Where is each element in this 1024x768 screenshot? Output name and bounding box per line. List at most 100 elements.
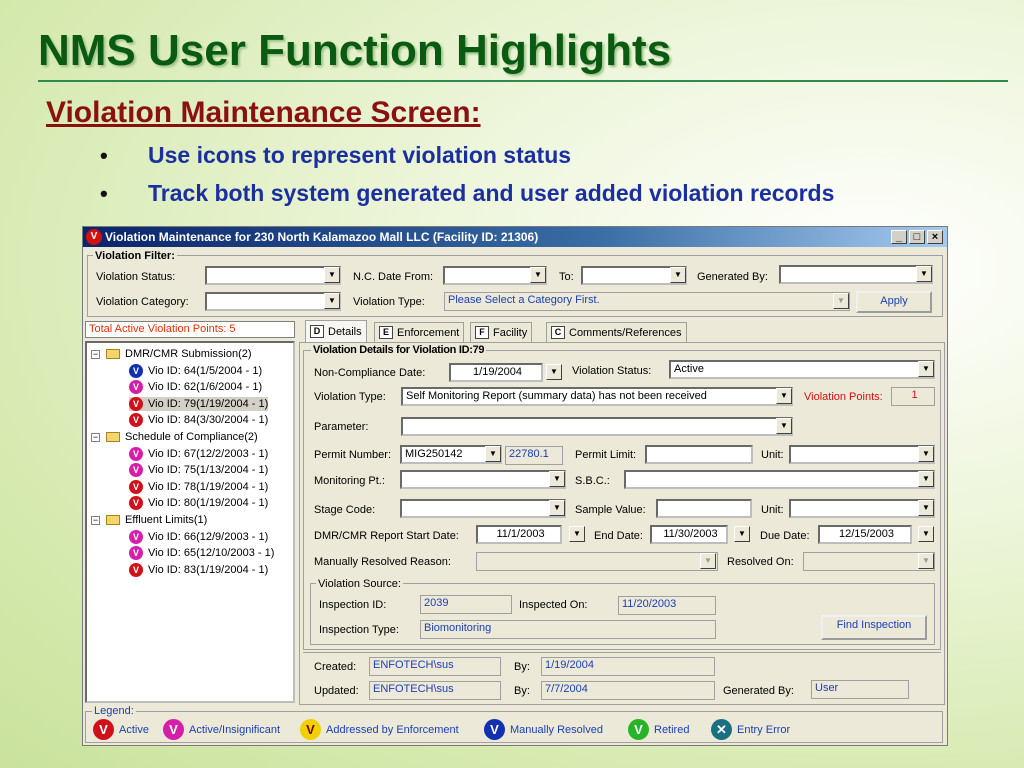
stage-code-label: Stage Code:	[314, 504, 376, 516]
tab-comments[interactable]: C Comments/References	[546, 322, 687, 342]
stage-code-select[interactable]	[400, 499, 566, 518]
due-date-field[interactable]: 12/15/2003	[818, 525, 912, 544]
tree-item[interactable]: V Vio ID: 79(1/19/2004 - 1)	[129, 396, 269, 411]
chevron-down-icon[interactable]: ▼	[918, 471, 934, 487]
chevron-down-icon[interactable]: ▼	[324, 267, 340, 283]
close-button[interactable]: ×	[927, 230, 943, 244]
slide-title: NMS User Function Highlights	[38, 26, 672, 75]
violation-status-icon: V	[129, 546, 143, 561]
end-date-field[interactable]: 11/30/2003	[650, 525, 728, 544]
chevron-down-icon[interactable]: ▼	[918, 361, 934, 377]
violation-tree[interactable]: − DMR/CMR Submission(2) V Vio ID: 64(1/5/20…	[85, 341, 295, 703]
collapse-icon[interactable]: −	[91, 515, 100, 525]
chevron-down-icon[interactable]: ▼	[546, 364, 562, 380]
tab-label: Comments/References	[569, 326, 682, 339]
tree-group[interactable]: − Schedule of Compliance(2)	[91, 430, 258, 444]
apply-button[interactable]: Apply	[856, 291, 932, 313]
chevron-down-icon[interactable]: ▼	[776, 418, 792, 434]
tab-enforcement[interactable]: E Enforcement	[374, 322, 465, 342]
tree-item[interactable]: V Vio ID: 78(1/19/2004 - 1)	[129, 479, 269, 494]
violation-type-select[interactable]: Self Monitoring Report (summary data) ha…	[401, 387, 793, 406]
violation-category-select[interactable]	[205, 292, 341, 311]
report-start-date-field[interactable]: 11/1/2003	[476, 525, 562, 544]
violation-status-label: Violation Status:	[96, 271, 176, 283]
permit-limit-field[interactable]	[645, 445, 753, 464]
tab-facility[interactable]: F Facility	[470, 322, 533, 342]
filter-generated-by-select[interactable]	[779, 265, 933, 284]
sample-value-field[interactable]	[656, 499, 752, 518]
tree-item-label: Vio ID: 78(1/19/2004 - 1)	[148, 480, 269, 493]
violation-source-label: Violation Source:	[316, 578, 403, 591]
violation-category-label: Violation Category:	[96, 296, 189, 308]
permit-limit-label: Permit Limit:	[575, 449, 637, 461]
chevron-down-icon[interactable]: ▼	[918, 526, 934, 542]
tree-group-label: Schedule of Compliance(2)	[125, 431, 258, 443]
violation-status-icon: V	[129, 463, 143, 478]
tab-details[interactable]: D Details	[305, 320, 367, 342]
filter-violation-status-select[interactable]	[205, 266, 341, 285]
monitoring-pt-select[interactable]	[400, 470, 566, 489]
tree-item[interactable]: V Vio ID: 67(12/2/2003 - 1)	[129, 446, 269, 461]
audit-divider	[303, 652, 941, 653]
app-v-icon: V	[86, 229, 102, 245]
folder-icon	[106, 349, 120, 359]
collapse-icon[interactable]: −	[91, 349, 100, 359]
chevron-down-icon[interactable]: ▼	[918, 446, 934, 462]
tree-group[interactable]: − DMR/CMR Submission(2)	[91, 347, 252, 361]
tree-item-label: Vio ID: 75(1/13/2004 - 1)	[148, 464, 269, 477]
chevron-down-icon[interactable]: ▼	[530, 267, 546, 283]
violation-status-icon: V	[129, 446, 143, 461]
violation-status-icon: V	[129, 413, 143, 428]
legend-manual-icon: V	[484, 719, 505, 740]
sbc-select[interactable]	[624, 470, 935, 489]
created-by-field: ENFOTECH\sus	[369, 657, 501, 676]
chevron-down-icon[interactable]: ▼	[485, 446, 501, 462]
tree-item[interactable]: V Vio ID: 65(12/10/2003 - 1)	[129, 546, 275, 561]
collapse-icon[interactable]: −	[91, 432, 100, 442]
violation-filter-label: Violation Filter:	[93, 250, 177, 263]
tree-item[interactable]: V Vio ID: 62(1/6/2004 - 1)	[129, 380, 262, 395]
chevron-down-icon[interactable]: ▼	[670, 267, 686, 283]
sbc-label: S.B.C.:	[575, 475, 610, 487]
chevron-down-icon[interactable]: ▼	[734, 526, 750, 542]
unit-select[interactable]	[789, 499, 935, 518]
tree-item-label: Vio ID: 67(12/2/2003 - 1)	[148, 447, 269, 460]
chevron-down-icon: ▼	[918, 553, 934, 569]
chevron-down-icon[interactable]: ▼	[916, 266, 932, 282]
find-inspection-button[interactable]: Find Inspection	[821, 615, 927, 640]
legend-item-label: Active/Insignificant	[189, 723, 281, 736]
tree-item[interactable]: V Vio ID: 64(1/5/2004 - 1)	[129, 363, 262, 378]
tree-item[interactable]: V Vio ID: 75(1/13/2004 - 1)	[129, 463, 269, 478]
violation-maintenance-window: V Violation Maintenance for 230 North Ka…	[82, 226, 948, 746]
chevron-down-icon[interactable]: ▼	[776, 388, 792, 404]
chevron-down-icon[interactable]: ▼	[324, 293, 340, 309]
tree-group-label: DMR/CMR Submission(2)	[125, 348, 252, 360]
resolved-reason-label: Manually Resolved Reason:	[314, 556, 451, 568]
end-date-label: End Date:	[594, 530, 643, 542]
tree-item-label: Vio ID: 65(12/10/2003 - 1)	[148, 547, 275, 560]
violation-status-select[interactable]: Active	[669, 360, 935, 379]
tree-item[interactable]: V Vio ID: 66(12/9/2003 - 1)	[129, 529, 268, 544]
minimize-button[interactable]: _	[891, 230, 907, 244]
chevron-down-icon[interactable]: ▼	[549, 471, 565, 487]
chevron-down-icon[interactable]: ▼	[549, 500, 565, 516]
maximize-button[interactable]: □	[909, 230, 925, 244]
window-titlebar[interactable]: V Violation Maintenance for 230 North Ka…	[83, 227, 947, 247]
unit-select[interactable]	[789, 445, 935, 464]
legend-insig-icon: V	[163, 719, 184, 740]
legend-item-label: Active	[119, 723, 149, 736]
tree-group[interactable]: − Effluent Limits(1)	[91, 513, 207, 527]
legend-item: V Manually Resolved	[484, 719, 603, 740]
tree-item[interactable]: V Vio ID: 80(1/19/2004 - 1)	[129, 496, 268, 511]
chevron-down-icon[interactable]: ▼	[569, 526, 585, 542]
non-compliance-date-field[interactable]: 1/19/2004	[449, 363, 543, 382]
filter-violation-type-select[interactable]: Please Select a Category First.	[444, 292, 850, 311]
inspection-type-label: Inspection Type:	[319, 624, 399, 636]
tree-item[interactable]: V Vio ID: 84(3/30/2004 - 1)	[129, 413, 268, 428]
chevron-down-icon[interactable]: ▼	[918, 500, 934, 516]
parameter-select[interactable]	[401, 417, 793, 436]
sample-value-label: Sample Value:	[575, 504, 646, 516]
tree-group-label: Effluent Limits(1)	[125, 514, 208, 526]
tab-label: Details	[328, 325, 362, 338]
tree-item[interactable]: V Vio ID: 83(1/19/2004 - 1)	[129, 562, 268, 577]
